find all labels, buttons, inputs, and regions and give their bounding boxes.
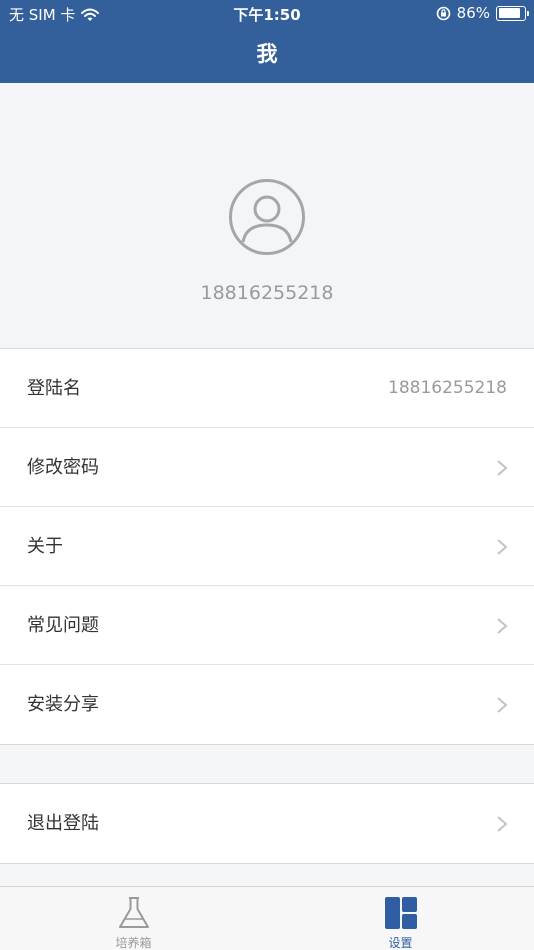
menu-row-faq[interactable]: 常见问题 (0, 586, 534, 665)
chevron-right-icon (497, 460, 508, 476)
page-title: 我 (256, 42, 278, 66)
logout-label: 退出登陆 (27, 813, 99, 834)
nav-bar: 我 (0, 28, 534, 83)
logout-button[interactable]: 退出登陆 (0, 784, 534, 863)
tab-label: 培养箱 (115, 936, 152, 950)
chevron-right-icon (497, 697, 508, 713)
menu-row-label: 登陆名 (27, 378, 81, 399)
menu-row-label: 安装分享 (27, 694, 99, 715)
avatar-icon (229, 179, 305, 255)
menu-row-login-name: 登陆名 18816255218 (0, 349, 534, 428)
profile-phone: 18816255218 (200, 282, 334, 304)
status-bar: 无 SIM 卡 下午1:50 86% (0, 0, 534, 28)
chevron-right-icon (497, 618, 508, 634)
logout-menu: 退出登陆 (0, 783, 534, 864)
settings-grid-icon (385, 897, 417, 929)
menu-row-label: 修改密码 (27, 457, 99, 478)
tab-label: 设置 (388, 936, 413, 950)
chevron-right-icon (497, 816, 508, 832)
tab-incubator[interactable]: 培养箱 (0, 887, 267, 950)
flask-icon (119, 897, 149, 928)
chevron-right-icon (497, 539, 508, 555)
tab-settings[interactable]: 设置 (267, 887, 534, 950)
rotation-lock-icon (436, 6, 450, 20)
menu-row-label: 关于 (27, 536, 63, 557)
battery-icon (496, 5, 529, 21)
menu-row-label: 常见问题 (27, 615, 99, 636)
menu-row-change-password[interactable]: 修改密码 (0, 428, 534, 507)
login-name-value: 18816255218 (388, 378, 507, 398)
profile-header: 18816255218 (0, 83, 534, 349)
settings-menu: 登陆名 18816255218 修改密码 关于 常见问题 安装分享 (0, 349, 534, 745)
battery-fill (498, 8, 520, 18)
menu-row-about[interactable]: 关于 (0, 507, 534, 586)
battery-percentage: 86% (456, 4, 490, 22)
menu-row-install-share[interactable]: 安装分享 (0, 665, 534, 744)
tab-bar: 培养箱 设置 (0, 886, 534, 950)
